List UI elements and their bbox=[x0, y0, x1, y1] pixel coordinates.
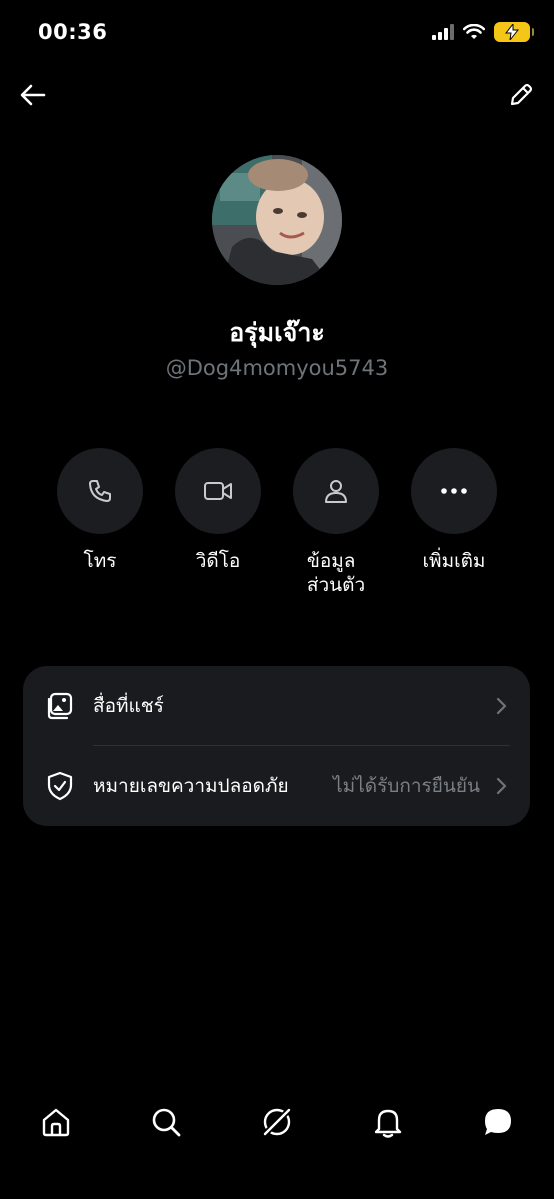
safety-number-status: ไม่ได้รับการยืนยัน bbox=[333, 775, 480, 797]
nav-messages[interactable] bbox=[476, 1100, 520, 1144]
top-nav bbox=[0, 72, 554, 118]
call-action[interactable]: โทร bbox=[45, 448, 155, 573]
pencil-icon bbox=[510, 83, 533, 106]
nav-grok[interactable] bbox=[255, 1100, 299, 1144]
info-card: สื่อที่แชร์ หมายเลขความปลอดภัย ไม่ได้รับ… bbox=[23, 666, 530, 826]
search-icon bbox=[152, 1108, 181, 1137]
wifi-icon bbox=[463, 24, 485, 39]
back-arrow-icon bbox=[20, 84, 46, 106]
video-label: วิดีโอ bbox=[195, 550, 241, 572]
nav-notifications[interactable] bbox=[366, 1100, 410, 1144]
more-label: เพิ่มเติม bbox=[422, 550, 486, 572]
video-action[interactable]: วิดีโอ bbox=[163, 448, 273, 573]
nav-home[interactable] bbox=[34, 1100, 78, 1144]
profile-actions: โทร วิดีโอ ข้อมูล ส่วนตัว เพิ่มเติม bbox=[0, 448, 554, 608]
status-time: 00:36 bbox=[38, 20, 108, 44]
call-button[interactable] bbox=[57, 448, 143, 534]
shared-media-row[interactable]: สื่อที่แชร์ bbox=[23, 666, 530, 746]
phone-icon bbox=[89, 480, 111, 502]
messages-icon bbox=[485, 1109, 511, 1135]
notifications-icon bbox=[374, 1109, 402, 1138]
more-action[interactable]: เพิ่มเติม bbox=[399, 448, 509, 573]
grok-icon bbox=[261, 1106, 293, 1138]
profile-info-label: ข้อมูล ส่วนตัว bbox=[306, 550, 366, 596]
more-icon bbox=[441, 488, 467, 494]
avatar-photo bbox=[212, 155, 342, 285]
nav-search[interactable] bbox=[144, 1100, 188, 1144]
media-gallery-icon bbox=[43, 689, 77, 723]
more-button[interactable] bbox=[411, 448, 497, 534]
back-button[interactable] bbox=[14, 76, 52, 114]
profile-info-button[interactable] bbox=[293, 448, 379, 534]
display-name: อรุ่มเจ๊าะ bbox=[229, 318, 325, 347]
chevron-right-icon bbox=[492, 696, 512, 716]
edit-button[interactable] bbox=[502, 76, 540, 114]
battery-icon bbox=[494, 22, 534, 42]
safety-number-label: หมายเลขความปลอดภัย bbox=[93, 775, 289, 797]
safety-number-row[interactable]: หมายเลขความปลอดภัย ไม่ได้รับการยืนยัน bbox=[23, 746, 530, 826]
shield-check-icon bbox=[43, 769, 77, 803]
profile-info-action[interactable]: ข้อมูล ส่วนตัว bbox=[281, 448, 391, 597]
avatar[interactable] bbox=[212, 155, 342, 285]
signal-icon bbox=[432, 24, 454, 40]
bottom-nav bbox=[0, 1090, 554, 1154]
shared-media-label: สื่อที่แชร์ bbox=[93, 695, 164, 717]
person-icon bbox=[325, 480, 347, 503]
status-icons bbox=[432, 22, 534, 42]
video-icon bbox=[204, 482, 232, 500]
charging-bolt-icon bbox=[505, 24, 519, 40]
username-handle: @Dog4momyou5743 bbox=[165, 356, 389, 380]
video-button[interactable] bbox=[175, 448, 261, 534]
chevron-right-icon bbox=[492, 776, 512, 796]
call-label: โทร bbox=[83, 550, 117, 572]
home-icon bbox=[42, 1108, 70, 1137]
status-bar: 00:36 bbox=[0, 0, 554, 66]
